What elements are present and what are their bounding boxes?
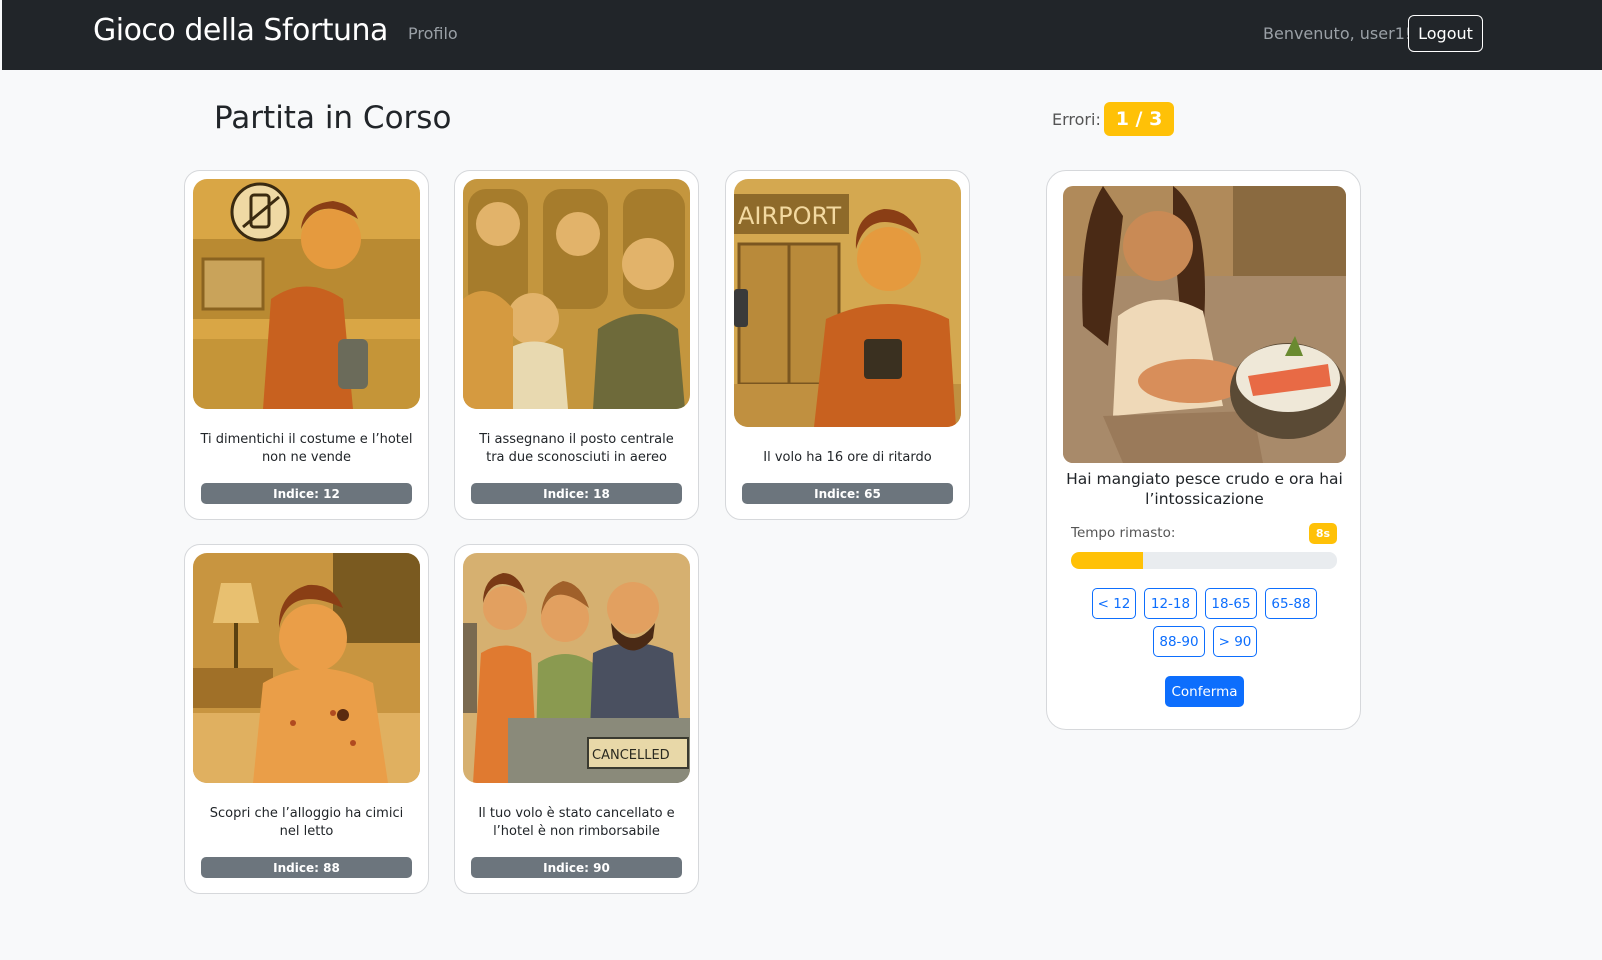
card-description: Ti assegnano il posto centrale tra due s… <box>479 432 674 465</box>
card-description: Ti dimentichi il costume e l’hotel non n… <box>200 432 413 465</box>
range-button-lt-12[interactable]: < 12 <box>1092 588 1136 619</box>
card-illustration: AIRPORT <box>734 179 961 427</box>
airport-sign-text: AIRPORT <box>738 202 841 230</box>
card-illustration: CANCELLED <box>463 553 690 783</box>
page-title: Partita in Corso <box>214 100 452 136</box>
welcome-text: Benvenuto, user1! <box>1263 24 1412 43</box>
timer-progress-bar <box>1071 552 1337 569</box>
hand-card: CANCELLED Il tuo volo è stato cancellato… <box>454 544 699 894</box>
range-button-12-18[interactable]: 12-18 <box>1144 588 1197 619</box>
timer-badge: 8s <box>1309 523 1337 544</box>
card-index-badge: Indice: 12 <box>201 483 412 504</box>
current-card-panel: Hai mangiato pesce crudo e ora hai l’int… <box>1046 170 1361 730</box>
range-button-88-90[interactable]: 88-90 <box>1153 626 1205 657</box>
hand-card: Scopri che l’alloggio ha cimici nel lett… <box>184 544 429 894</box>
timer-label: Tempo rimasto: <box>1071 525 1176 541</box>
logout-button[interactable]: Logout <box>1408 15 1483 52</box>
current-card-title: Hai mangiato pesce crudo e ora hai l’int… <box>1066 470 1343 508</box>
card-description: Il volo ha 16 ore di ritardo <box>763 450 932 465</box>
card-index-badge: Indice: 88 <box>201 857 412 878</box>
confirm-button[interactable]: Conferma <box>1165 676 1244 707</box>
errors-label: Errori: <box>1052 110 1101 129</box>
card-description: Il tuo volo è stato cancellato e l’hotel… <box>478 806 675 839</box>
card-illustration <box>193 553 420 783</box>
card-description: Scopri che l’alloggio ha cimici nel lett… <box>209 806 404 839</box>
card-index-badge: Indice: 18 <box>471 483 682 504</box>
timer-progress-fill <box>1071 552 1143 569</box>
card-index-badge: Indice: 90 <box>471 857 682 878</box>
card-index-badge: Indice: 65 <box>742 483 953 504</box>
navbar: Gioco della Sfortuna Profilo Benvenuto, … <box>2 0 1602 70</box>
hand-card: AIRPORT Il volo ha 16 ore di ritardo Ind… <box>725 170 970 520</box>
current-card-illustration <box>1063 186 1346 463</box>
range-button-gt-90[interactable]: > 90 <box>1213 626 1257 657</box>
hand-card: Ti dimentichi il costume e l’hotel non n… <box>184 170 429 520</box>
brand-title[interactable]: Gioco della Sfortuna <box>93 13 388 48</box>
errors-badge: 1 / 3 <box>1104 102 1174 136</box>
hand-card: Ti assegnano il posto centrale tra due s… <box>454 170 699 520</box>
range-button-18-65[interactable]: 18-65 <box>1205 588 1257 619</box>
card-illustration <box>193 179 420 409</box>
range-button-65-88[interactable]: 65-88 <box>1265 588 1317 619</box>
nav-link-profilo[interactable]: Profilo <box>408 24 458 43</box>
cancelled-sign-text: CANCELLED <box>592 748 670 763</box>
card-illustration <box>463 179 690 409</box>
